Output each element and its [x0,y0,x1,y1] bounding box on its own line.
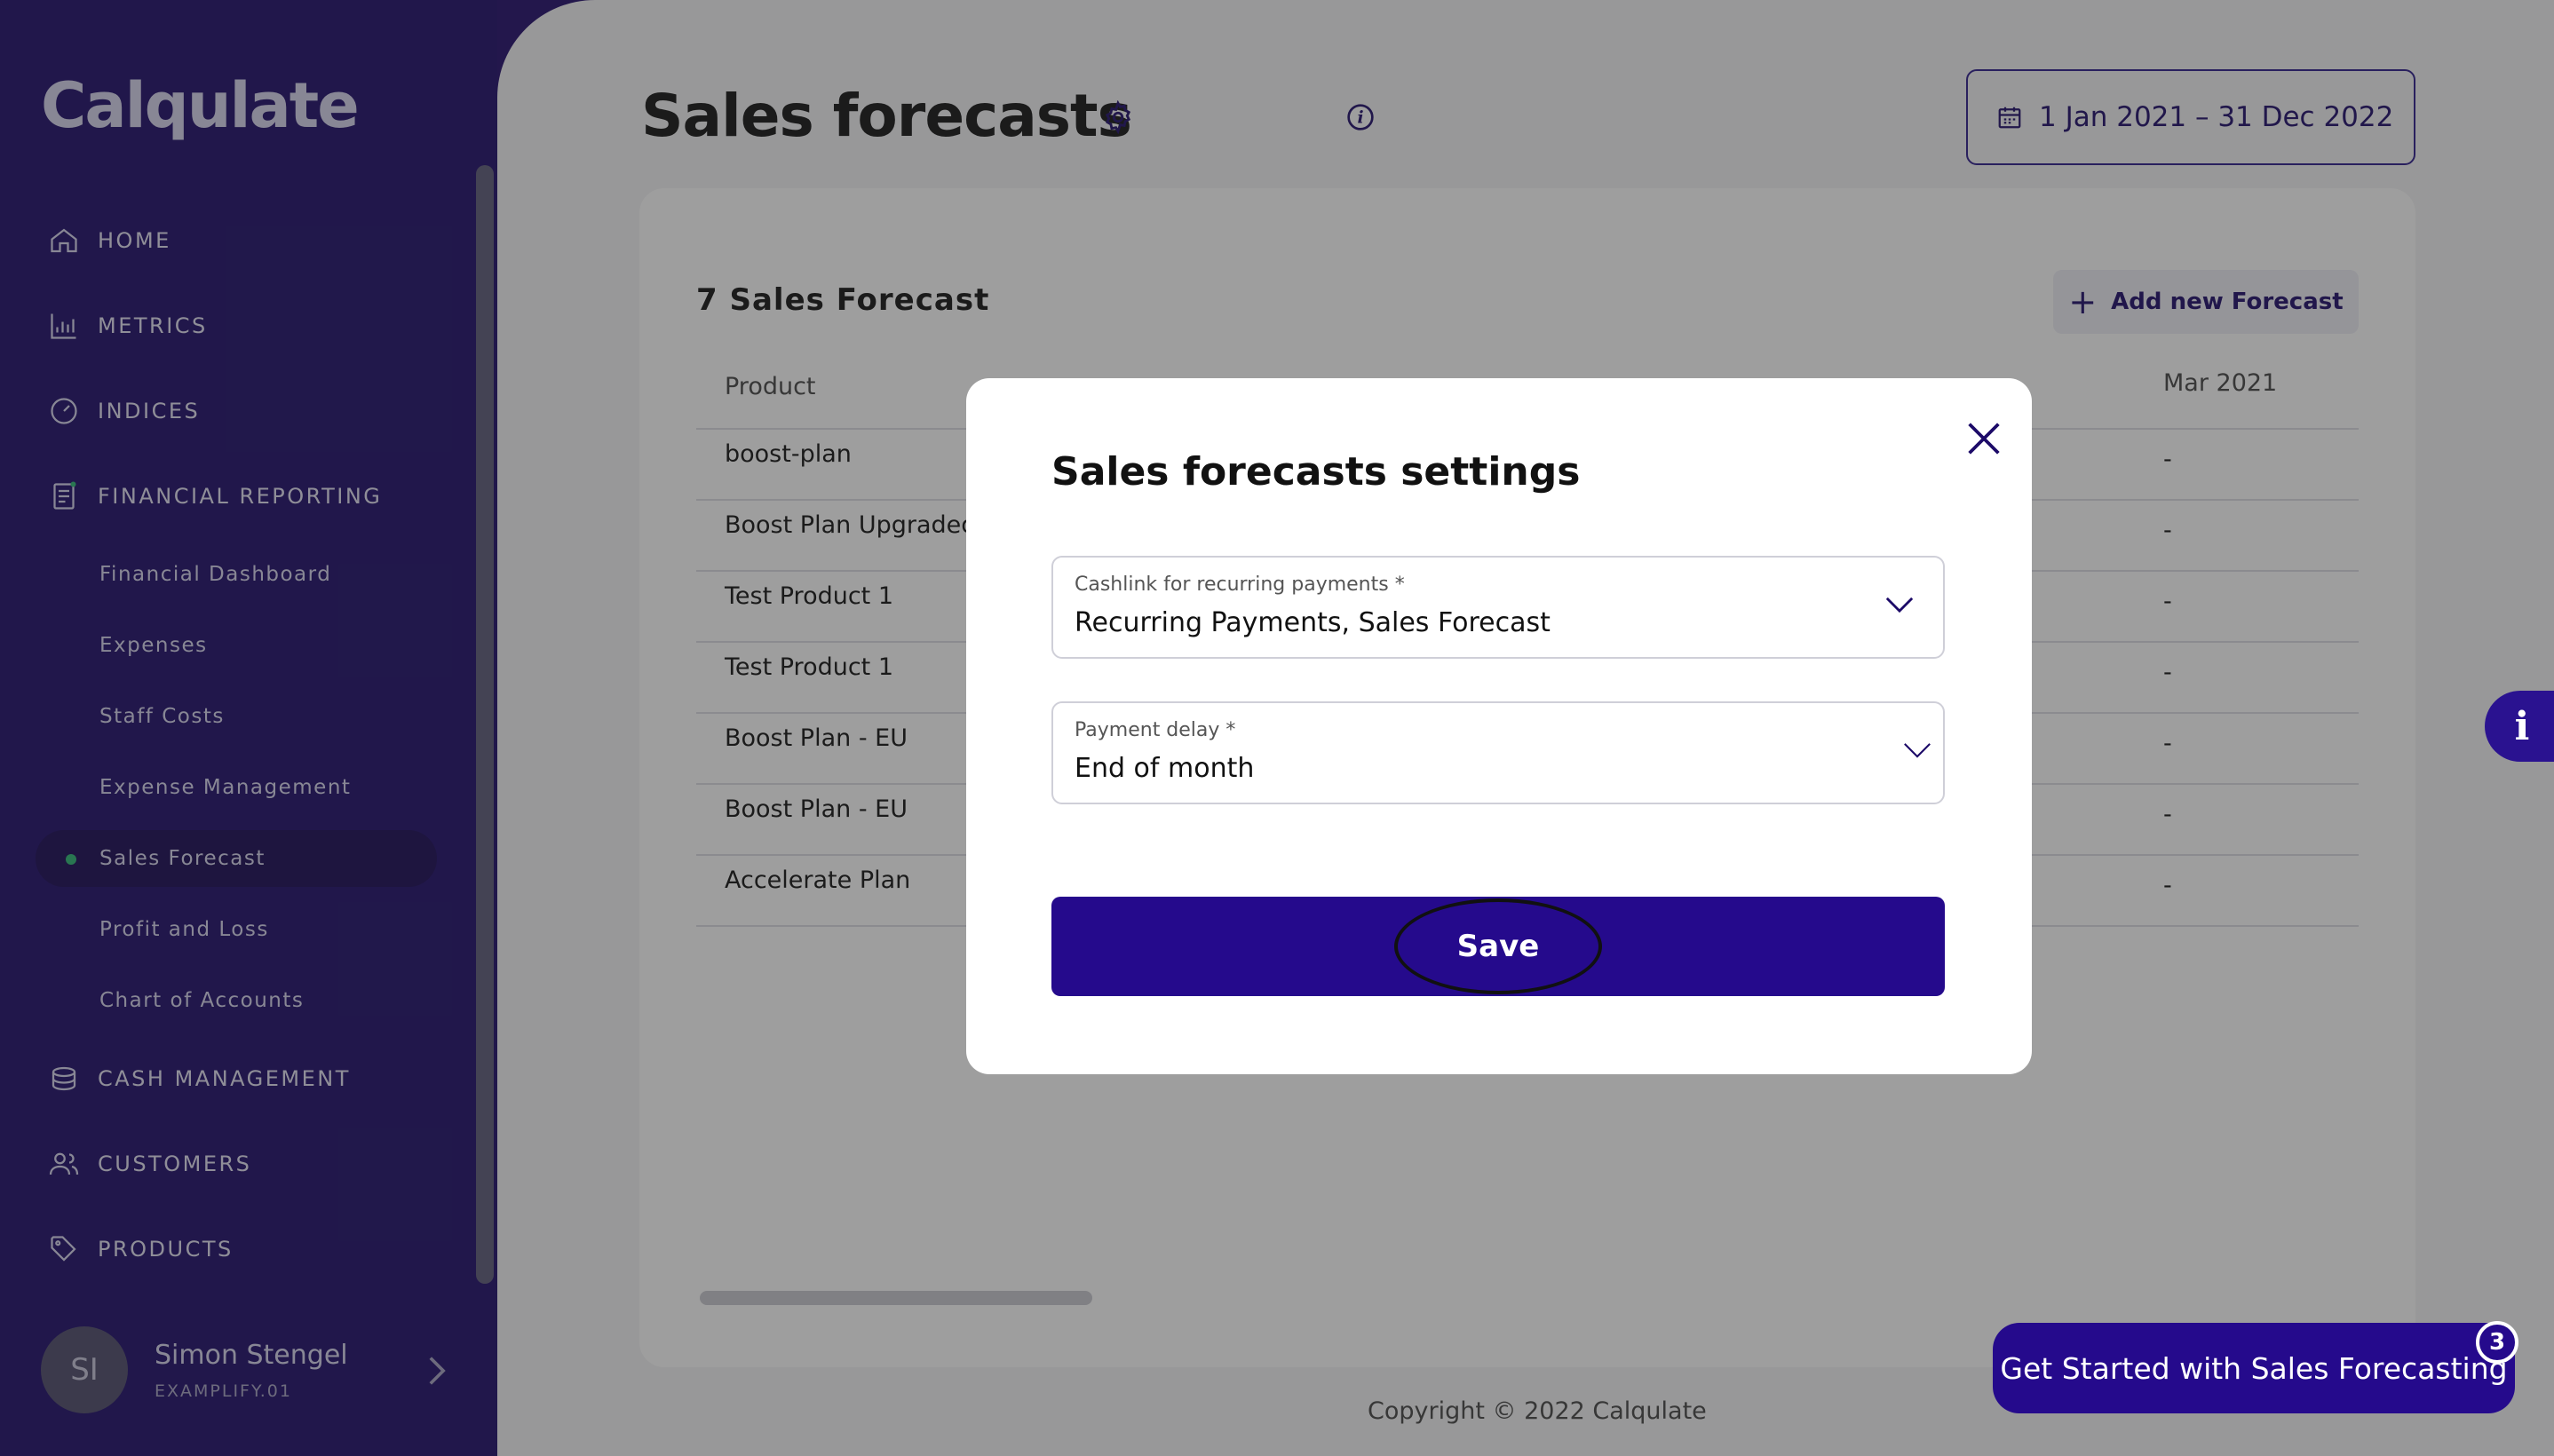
notification-badge: 3 [2476,1321,2518,1364]
cashlink-select[interactable]: Cashlink for recurring payments * Recurr… [1051,556,1945,659]
payment-delay-select[interactable]: Payment delay * End of month [1051,701,1945,804]
close-icon[interactable] [1959,414,2009,463]
chevron-down-icon[interactable] [1902,740,1932,760]
get-started-button[interactable]: Get Started with Sales Forecasting [1993,1323,2515,1413]
payment-delay-value: End of month [1075,753,1255,784]
cashlink-value: Recurring Payments, Sales Forecast [1075,607,1551,638]
cashlink-label: Cashlink for recurring payments * [1075,574,1405,596]
payment-delay-label: Payment delay * [1075,719,1236,741]
chevron-down-icon[interactable] [1884,595,1915,614]
modal-title: Sales forecasts settings [1051,449,1581,495]
side-info-button[interactable]: i [2485,691,2554,762]
save-highlight-ring [1394,898,1602,994]
settings-modal: Sales forecasts settings Cashlink for re… [966,378,2032,1074]
